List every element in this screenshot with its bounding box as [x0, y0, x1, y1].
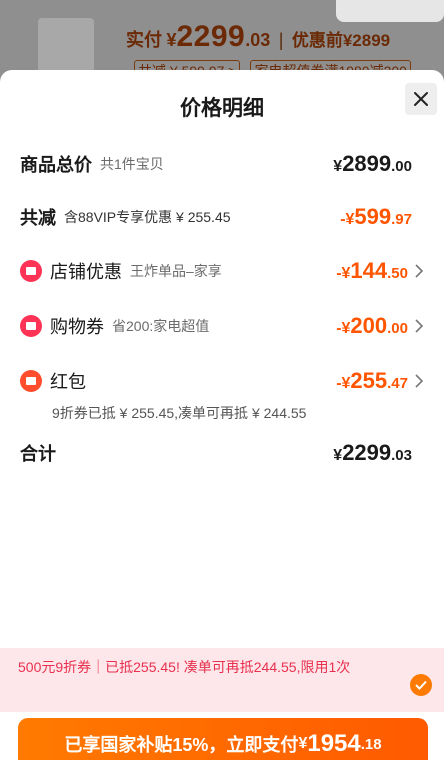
amount-int: 2299: [342, 440, 392, 465]
voucher-icon: [20, 315, 42, 337]
price-detail-sheet: 价格明细 商品总价 共1件宝贝 ¥2899.00 共减 含88VIP专享优惠 ¥…: [0, 70, 444, 760]
amount-dec: .03: [391, 447, 412, 464]
amount-currency: -¥: [336, 375, 351, 392]
sum-label: 合计: [20, 444, 56, 464]
amount-currency: -¥: [336, 265, 351, 282]
bg-separator: |: [278, 30, 284, 50]
chevron-right-icon: [415, 374, 424, 388]
background-product-header: 实付 ¥2299.03 | 优惠前¥2899 共减 ¥ 599.97 >家电超值…: [0, 0, 444, 82]
chevron-right-icon: [415, 319, 424, 333]
goods-total-sub: 共1件宝贝: [100, 156, 164, 172]
coupon-banner[interactable]: 500元9折券｜已抵255.45! 凑单可再抵244.55,限用1次: [0, 648, 444, 712]
red-packet-icon: [20, 370, 42, 392]
shop-discount-sub: 王炸单品–家享: [130, 263, 222, 279]
voucher-amount: -¥200.00: [336, 313, 408, 339]
amount-dec: .97: [391, 211, 412, 228]
amount-currency: ¥: [333, 447, 343, 464]
pay-button[interactable]: 已享国家补贴15%，立即支付 ¥1954.18: [18, 718, 428, 760]
goods-total-label: 商品总价: [20, 155, 92, 175]
background-price-line: 实付 ¥2299.03 | 优惠前¥2899: [126, 20, 390, 54]
shop-discount-icon: [20, 260, 42, 282]
bg-orig-label: 优惠前: [291, 31, 343, 50]
amount-currency: -¥: [336, 320, 351, 337]
background-card: [336, 0, 444, 22]
amount-int: 599: [354, 204, 392, 229]
row-red-packet[interactable]: 红包 -¥255.47: [20, 366, 424, 396]
red-packet-note: 9折券已抵 ¥ 255.45,凑单可再抵 ¥ 244.55: [52, 405, 307, 421]
amount-currency: -¥: [340, 211, 355, 228]
red-packet-amount: -¥255.47: [336, 368, 408, 394]
bg-price-label: 实付: [126, 30, 162, 50]
amount-int: 2899: [342, 151, 392, 176]
row-shop-discount[interactable]: 店铺优惠 王炸单品–家享 -¥144.50: [20, 256, 424, 286]
reduction-label: 共减: [20, 208, 56, 228]
shop-discount-label: 店铺优惠: [50, 262, 122, 282]
amount-dec: .00: [387, 320, 408, 337]
row-goods-total: 商品总价 共1件宝贝 ¥2899.00: [20, 149, 424, 179]
close-icon: [414, 92, 428, 106]
pay-button-label: 已享国家补贴15%，立即支付: [64, 735, 299, 755]
reduction-amount: -¥599.97: [340, 204, 412, 230]
reduction-sub: 含88VIP专享优惠 ¥ 255.45: [64, 209, 231, 225]
voucher-sub: 省200:家电超值: [112, 318, 210, 334]
coupon-text: 500元9折券｜已抵255.45! 凑单可再抵244.55,限用1次: [18, 659, 351, 675]
pay-amount-int: 1954: [307, 730, 361, 757]
row-total-reduction: 共减 含88VIP专享优惠 ¥ 255.45 -¥599.97: [20, 202, 424, 232]
bg-price-currency: ¥: [166, 30, 177, 50]
bg-orig-price: ¥2899: [342, 31, 391, 50]
amount-int: 144: [350, 258, 388, 283]
pay-currency: ¥: [298, 735, 308, 752]
amount-dec: .47: [387, 375, 408, 392]
voucher-label: 购物券: [50, 317, 104, 337]
chevron-right-icon: [415, 264, 424, 278]
amount-currency: ¥: [333, 158, 343, 175]
product-thumbnail: [38, 18, 94, 72]
bg-price-dec: .03: [245, 30, 271, 50]
amount-dec: .50: [387, 265, 408, 282]
amount-int: 255: [350, 368, 388, 393]
close-button[interactable]: [405, 83, 437, 115]
row-sum: 合计 ¥2299.03: [20, 438, 424, 468]
sheet-title: 价格明细: [180, 97, 264, 120]
pay-amount-dec: .18: [360, 735, 382, 753]
red-packet-label: 红包: [50, 372, 86, 392]
bg-price-int: 2299: [176, 20, 246, 53]
amount-dec: .00: [391, 158, 412, 175]
amount-int: 200: [350, 313, 388, 338]
shop-discount-amount: -¥144.50: [336, 258, 408, 284]
sum-amount: ¥2299.03: [333, 440, 412, 466]
check-icon[interactable]: [410, 674, 432, 696]
goods-total-amount: ¥2899.00: [333, 151, 412, 177]
row-voucher[interactable]: 购物券 省200:家电超值 -¥200.00: [20, 311, 424, 341]
